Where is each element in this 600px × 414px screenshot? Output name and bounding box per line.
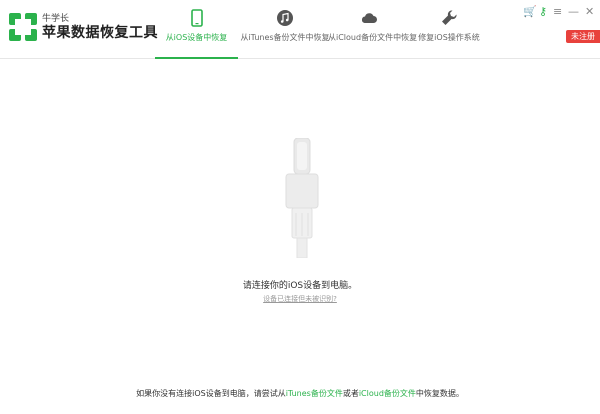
menu-icon[interactable]: ≡ <box>553 6 562 18</box>
minimize-icon[interactable]: — <box>568 6 579 18</box>
close-icon[interactable]: ✕ <box>585 6 594 18</box>
footer-prefix: 如果你没有连接iOS设备到电脑，请尝试从 <box>136 389 286 398</box>
tab-label: 从iTunes备份文件中恢复 <box>240 33 330 42</box>
tab-label: 从iCloud备份文件中恢复 <box>328 33 418 42</box>
tab-label: 修复iOS操作系统 <box>418 33 480 42</box>
icloud-backup-link[interactable]: iCloud备份文件 <box>359 389 416 398</box>
app-title: 苹果数据恢复工具 <box>42 25 158 41</box>
footer-middle: 或者 <box>342 389 359 398</box>
phone-icon <box>190 9 203 27</box>
tab-label: 从iOS设备中恢复 <box>165 33 228 42</box>
cart-icon[interactable]: 🛒 <box>523 6 537 18</box>
tab-icloud-backup[interactable]: 从iCloud备份文件中恢复 <box>328 0 418 58</box>
lightning-cable-icon <box>285 138 319 258</box>
unregistered-badge[interactable]: 未注册 <box>566 30 600 43</box>
cloud-icon <box>361 13 377 23</box>
tab-ios-device[interactable]: 从iOS设备中恢复 <box>155 0 238 59</box>
wrench-icon <box>442 10 457 25</box>
key-icon[interactable]: ⚷ <box>539 6 547 18</box>
connect-device-message: 请连接你的iOS设备到电脑。 <box>242 281 358 291</box>
active-tab-indicator <box>155 57 238 59</box>
app-header: 牛学长 苹果数据恢复工具 从iOS设备中恢复 从iTunes备份文件中恢复 从i… <box>0 0 600 59</box>
device-not-recognized-link[interactable]: 设备已连接但未被识别? <box>263 295 337 303</box>
itunes-backup-link[interactable]: iTunes备份文件 <box>286 389 343 398</box>
tab-repair-ios[interactable]: 修复iOS操作系统 <box>418 0 480 58</box>
device-not-recognized-link-wrap: 设备已连接但未被识别? <box>0 294 600 304</box>
footer-suffix: 中恢复数据。 <box>415 389 464 398</box>
recovery-logo-icon <box>9 13 37 41</box>
tab-itunes-backup[interactable]: 从iTunes备份文件中恢复 <box>240 0 330 58</box>
music-note-icon <box>277 10 293 26</box>
footer-hint: 如果你没有连接iOS设备到电脑，请尝试从iTunes备份文件或者iCloud备份… <box>0 388 600 399</box>
